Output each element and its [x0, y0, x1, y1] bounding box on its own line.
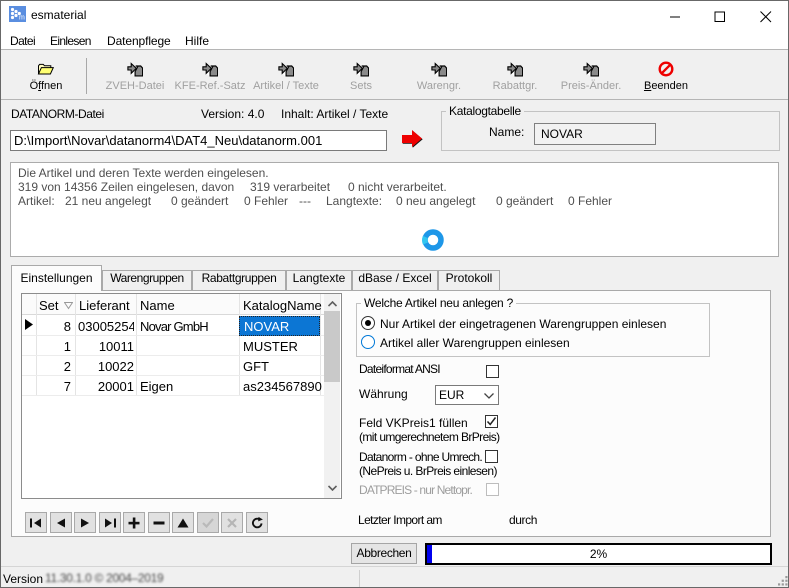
svg-text:m: m [19, 15, 25, 22]
